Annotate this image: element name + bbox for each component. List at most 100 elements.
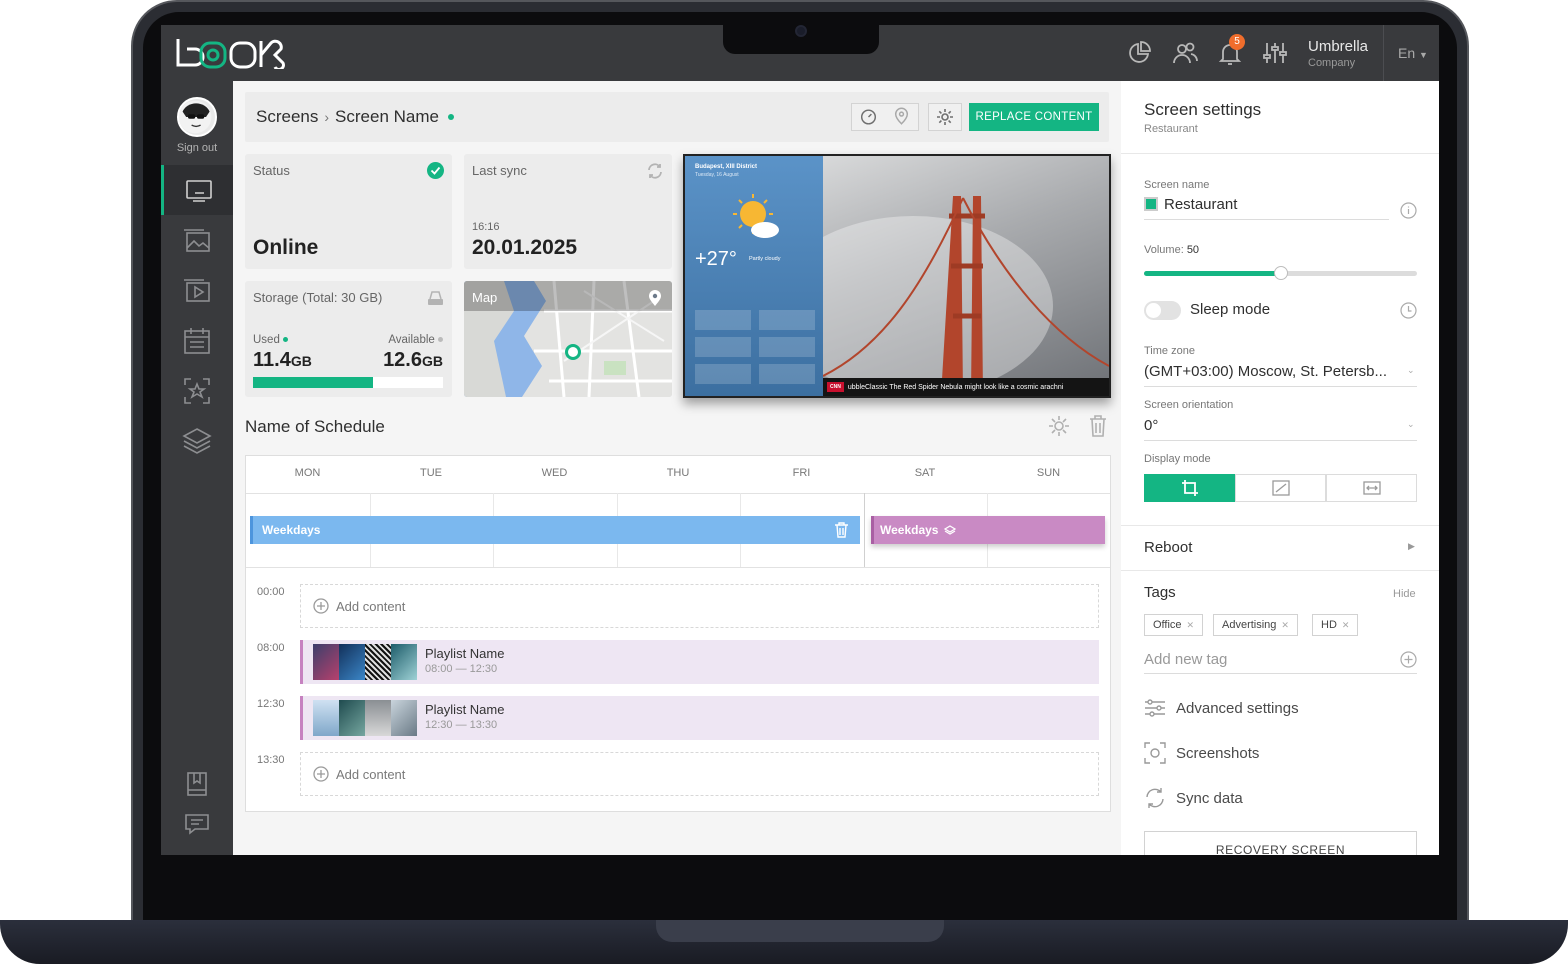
display-mode-crop[interactable] (1144, 474, 1235, 502)
add-tag-plus-icon[interactable] (1400, 651, 1417, 668)
topbar-divider (1383, 25, 1384, 81)
tag-chip[interactable]: Office ✕ (1144, 614, 1204, 636)
schedule-delete-trash-icon[interactable] (1087, 414, 1109, 438)
recovery-screen-button[interactable]: RECOVERY SCREEN (1144, 831, 1417, 855)
tag-chip[interactable]: HD ✕ (1312, 614, 1359, 636)
row-time-1230: 12:30 (257, 698, 285, 710)
users-icon[interactable] (1171, 39, 1199, 67)
refresh-icon[interactable] (646, 162, 664, 180)
time-zone-select[interactable]: (GMT+03:00) Moscow, St. Petersb... (1144, 363, 1402, 380)
sidebar-item-layers[interactable] (161, 416, 233, 466)
volume-slider[interactable] (1144, 266, 1417, 280)
news-ticker: CNN ubbleClassic The Red Spider Nebula m… (823, 378, 1109, 396)
screenshots-link[interactable]: Screenshots (1144, 742, 1259, 764)
empty-slot-0000[interactable]: Add content (300, 584, 1099, 628)
weekend-bar-label: Weekdays (880, 523, 939, 537)
tag-remove-icon[interactable]: ✕ (1342, 620, 1350, 631)
image-gallery-icon (184, 229, 210, 252)
hard-drive-icon (428, 291, 443, 305)
info-icon[interactable] (1400, 202, 1417, 219)
playlist-name: Playlist Name (425, 702, 505, 717)
look-logo[interactable] (175, 37, 291, 69)
ticker-text: ubbleClassic The Red Spider Nebula might… (847, 383, 1064, 391)
playlist-name: Playlist Name (425, 646, 505, 661)
company-sub: Company (1308, 57, 1356, 69)
company-switcher[interactable]: Umbrella Company (1308, 38, 1368, 69)
breadcrumb-screens-link[interactable]: Screens (256, 107, 318, 127)
clock-icon[interactable] (1400, 302, 1417, 319)
breadcrumb-separator: › (324, 109, 330, 125)
weekdays-bar[interactable]: Weekdays (250, 516, 860, 544)
location-pin-icon[interactable] (885, 104, 918, 130)
sidebar-item-messages[interactable] (161, 799, 233, 849)
layers-icon (182, 428, 212, 454)
screen-name-color-swatch[interactable] (1144, 197, 1158, 211)
schedule-settings-gear-icon[interactable] (1047, 414, 1071, 438)
add-content-button[interactable]: Add content (313, 598, 405, 614)
tag-remove-icon[interactable]: ✕ (1281, 620, 1289, 631)
avatar[interactable] (177, 97, 217, 137)
sidebar-item-gallery[interactable] (161, 216, 233, 266)
day-header-wed: WED (541, 467, 568, 479)
last-sync-time: 16:16 (472, 221, 500, 233)
sign-out-link[interactable]: Sign out (161, 142, 233, 154)
weekdays-bar-label: Weekdays (262, 523, 321, 537)
chat-icon (185, 814, 209, 835)
volume-label: Volume: 50 (1144, 244, 1200, 256)
sync-data-link[interactable]: Sync data (1144, 787, 1243, 809)
playlist-time-range: 12:30 — 13:30 (425, 719, 498, 731)
ticker-brand: CNN (827, 382, 844, 392)
last-sync-card: Last sync 16:16 20.01.2025 (464, 154, 672, 269)
map-card[interactable]: Map (464, 281, 672, 397)
display-mode-fit[interactable] (1326, 474, 1417, 502)
sidebar-item-schedule[interactable] (161, 316, 233, 366)
tag-remove-icon[interactable]: ✕ (1187, 620, 1195, 631)
sun-cloud-icon (733, 194, 779, 238)
language-select[interactable]: En ▼ (1398, 45, 1428, 61)
playlist-thumbnails (313, 700, 417, 736)
fit-icon (1362, 481, 1381, 495)
add-content-label: Add content (336, 766, 406, 782)
storage-card: Storage (Total: 30 GB) Used 11.4GB Avail… (245, 281, 452, 397)
speedometer-icon[interactable] (852, 104, 885, 130)
toggle-knob (1146, 303, 1161, 318)
breadcrumb-current: Screen Name (335, 107, 439, 126)
sidebar-item-media[interactable] (161, 266, 233, 316)
tag-chip[interactable]: Advertising ✕ (1213, 614, 1298, 636)
divider (1121, 153, 1439, 154)
screen-name-input[interactable]: Restaurant (1164, 196, 1237, 213)
reboot-row[interactable]: Reboot ▶ (1121, 526, 1439, 570)
week-row-divider (246, 567, 1110, 568)
orientation-select[interactable]: 0° (1144, 417, 1158, 434)
day-header-sat: SAT (914, 467, 936, 479)
gear-icon (937, 109, 953, 125)
content-preview[interactable]: Budapest, XIII District Tuesday, 16 Augu… (683, 154, 1111, 398)
volume-slider-knob[interactable] (1273, 266, 1288, 280)
empty-slot-1330[interactable]: Add content (300, 752, 1099, 796)
advanced-settings-link[interactable]: Advanced settings (1144, 697, 1299, 719)
analytics-pie-icon[interactable] (1126, 39, 1154, 67)
sync-data-label: Sync data (1176, 789, 1243, 807)
day-gridline (863, 493, 865, 567)
playlist-slot-1230[interactable]: Playlist Name 12:30 — 13:30 (300, 696, 1099, 740)
sidebar-item-favorites[interactable] (161, 366, 233, 416)
add-tag-input[interactable]: Add new tag (1144, 651, 1227, 668)
weekend-bar[interactable]: Weekdays (871, 516, 1105, 544)
bar-trash-icon[interactable] (834, 522, 849, 538)
breadcrumb: Screens › Screen Name (256, 107, 454, 127)
sleep-mode-label: Sleep mode (1190, 301, 1271, 318)
sliders-icon[interactable] (1261, 39, 1289, 67)
settings-button[interactable] (928, 103, 962, 131)
add-tag-underline (1144, 673, 1417, 674)
orientation-underline (1144, 440, 1417, 441)
last-sync-date: 20.01.2025 (472, 236, 578, 259)
playlist-slot-0800[interactable]: Playlist Name 08:00 — 12:30 (300, 640, 1099, 684)
tags-hide-link[interactable]: Hide (1393, 588, 1416, 600)
add-content-button[interactable]: Add content (313, 766, 405, 782)
sleep-mode-toggle[interactable] (1144, 301, 1181, 320)
display-mode-stretch[interactable] (1235, 474, 1326, 502)
status-card: Status Online (245, 154, 452, 269)
replace-content-button[interactable]: REPLACE CONTENT (969, 103, 1099, 131)
advanced-settings-label: Advanced settings (1176, 699, 1299, 717)
sidebar-item-screens[interactable] (161, 165, 233, 215)
